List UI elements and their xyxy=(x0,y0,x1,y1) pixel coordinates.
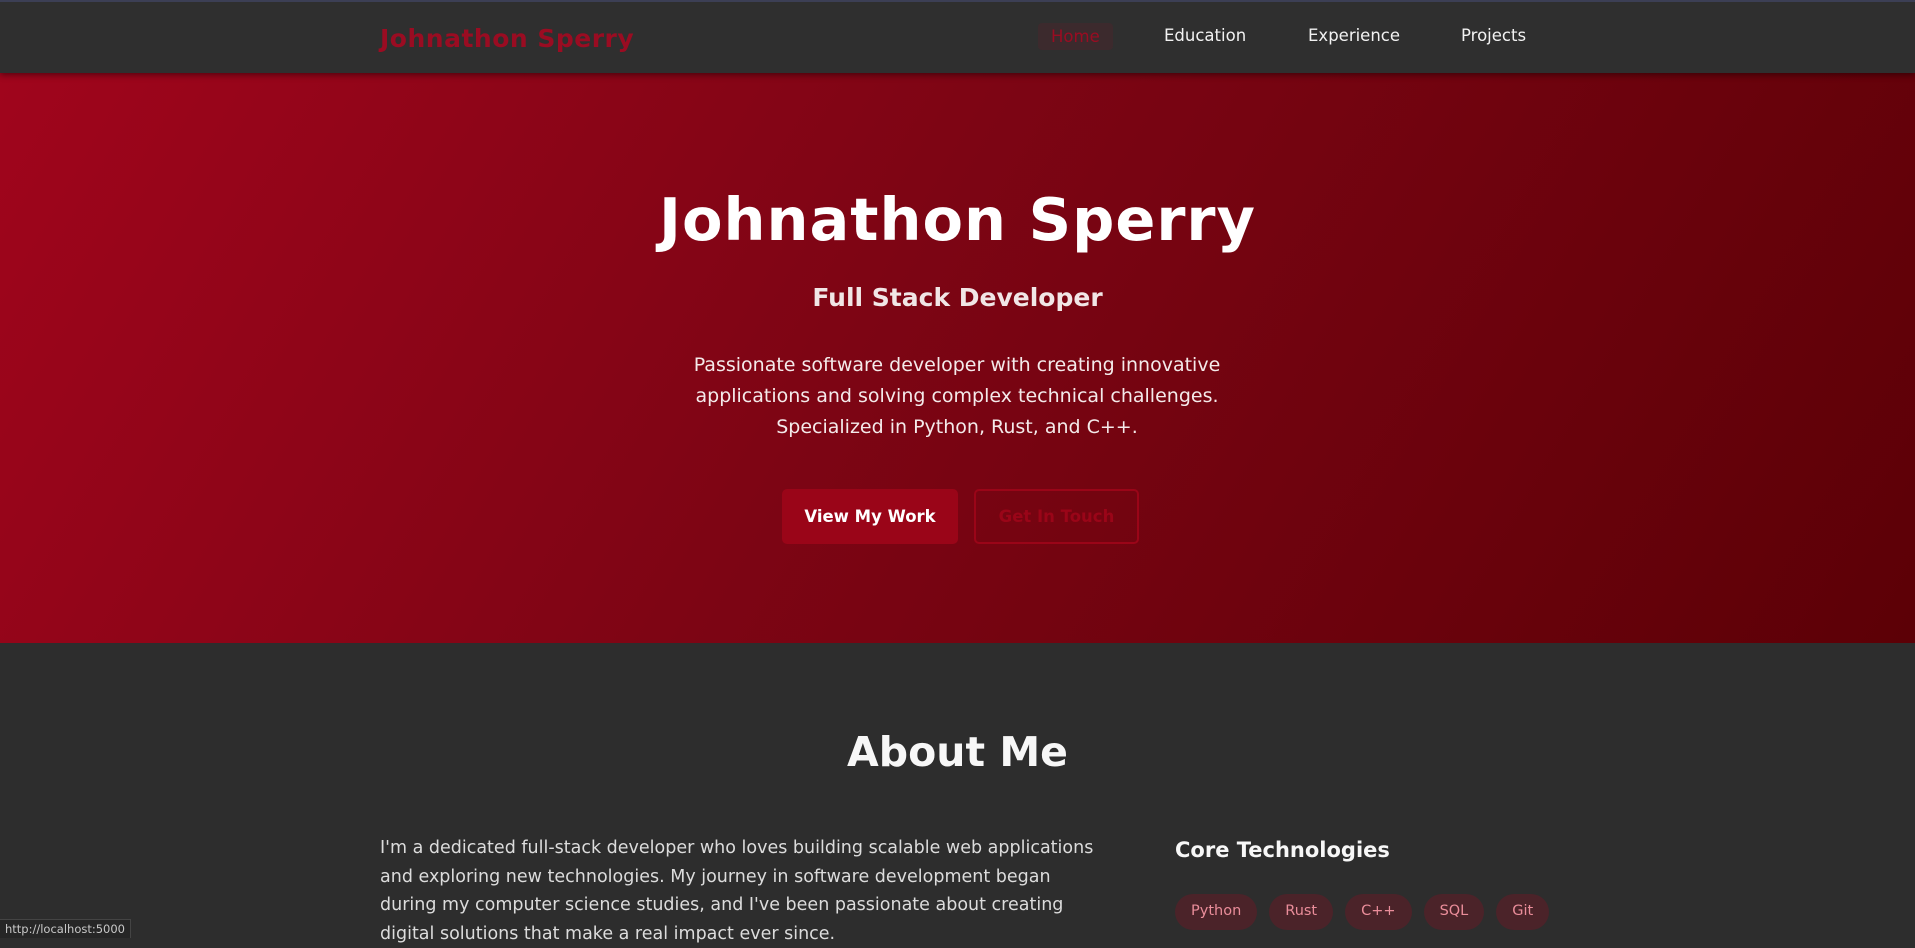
status-bar-url: http://localhost:5000 xyxy=(0,919,131,938)
nav-link-education[interactable]: Education xyxy=(1164,26,1246,45)
tech-tag-sql: SQL xyxy=(1424,894,1485,930)
hero-subtitle: Full Stack Developer xyxy=(0,283,1915,312)
view-my-work-button[interactable]: View My Work xyxy=(782,489,958,544)
core-technologies-title: Core Technologies xyxy=(1175,838,1390,862)
tech-tag-python: Python xyxy=(1175,894,1257,930)
navbar: Johnathon Sperry Home Education Experien… xyxy=(0,0,1915,73)
nav-link-home[interactable]: Home xyxy=(1038,23,1113,50)
hero-section: Johnathon Sperry Full Stack Developer Pa… xyxy=(0,73,1915,643)
tech-tag-rust: Rust xyxy=(1269,894,1333,930)
about-text: I'm a dedicated full-stack developer who… xyxy=(380,834,1110,948)
tech-tag-git: Git xyxy=(1496,894,1549,930)
hero-title: Johnathon Sperry xyxy=(0,185,1915,254)
nav-link-experience[interactable]: Experience xyxy=(1308,26,1400,45)
hero-description: Passionate software developer with creat… xyxy=(657,350,1257,443)
get-in-touch-button[interactable]: Get In Touch xyxy=(974,489,1139,544)
brand-logo[interactable]: Johnathon Sperry xyxy=(380,24,634,53)
nav-link-projects[interactable]: Projects xyxy=(1461,26,1526,45)
technology-tags: Python Rust C++ SQL Git xyxy=(1175,894,1549,930)
tech-tag-cpp: C++ xyxy=(1345,894,1411,930)
about-title: About Me xyxy=(0,728,1915,776)
